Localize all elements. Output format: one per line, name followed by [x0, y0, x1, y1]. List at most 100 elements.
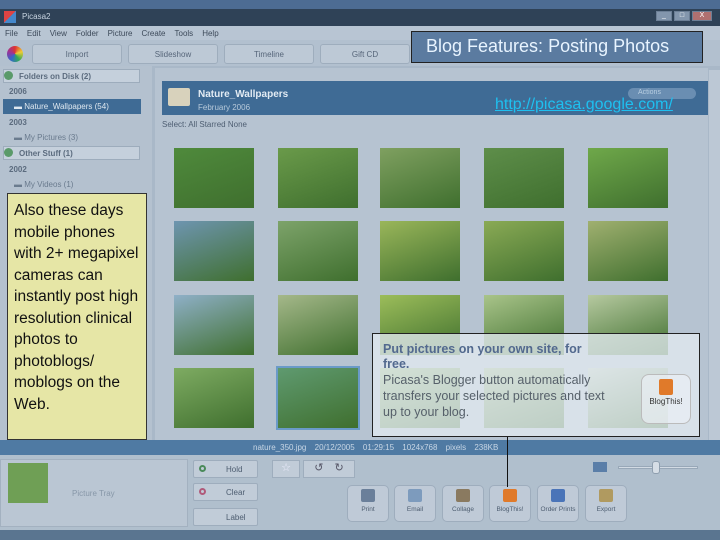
order-prints-button[interactable]: Order Prints — [537, 485, 579, 522]
bottom-edge — [0, 530, 720, 540]
photo-thumbnail[interactable] — [278, 221, 358, 281]
section-folders-on-disk[interactable]: Folders on Disk (2) — [3, 69, 140, 83]
import-label: Import — [65, 50, 89, 59]
order-prints-icon — [551, 489, 565, 502]
photo-thumbnail[interactable] — [174, 221, 254, 281]
photo-thumbnail[interactable] — [484, 148, 564, 208]
folder-label: My Pictures (3) — [24, 133, 79, 142]
callout-connector-line — [507, 437, 508, 487]
menu-view[interactable]: View — [50, 29, 67, 40]
collage-label: Collage — [451, 506, 475, 513]
blogthis-label: BlogThis! — [496, 506, 524, 513]
year-2006: 2006 — [9, 87, 27, 96]
album-folder-icon — [168, 88, 190, 106]
section-other-stuff[interactable]: Other Stuff (1) — [3, 146, 140, 160]
timeline-label: Timeline — [254, 50, 284, 59]
expand-icon[interactable] — [4, 148, 13, 157]
menu-folder[interactable]: Folder — [76, 29, 99, 40]
import-button[interactable]: Import — [32, 44, 122, 64]
photo-thumbnail[interactable] — [278, 148, 358, 208]
expand-icon[interactable] — [4, 71, 13, 80]
minimize-button[interactable]: _ — [656, 11, 672, 21]
export-button[interactable]: Export — [585, 485, 627, 522]
label-button[interactable]: Label — [193, 508, 258, 526]
folder-nature-wallpapers[interactable]: ▬ Nature_Wallpapers (54) — [14, 102, 109, 111]
maximize-button[interactable]: □ — [674, 11, 690, 21]
note-box: Also these days mobile phones with 2+ me… — [7, 193, 147, 440]
star-button[interactable]: ☆ — [272, 460, 300, 478]
print-button[interactable]: Print — [347, 485, 389, 522]
photo-thumbnail[interactable] — [484, 221, 564, 281]
email-button[interactable]: Email — [394, 485, 436, 522]
blogthis-badge: BlogThis! — [641, 374, 691, 424]
photo-thumbnail[interactable] — [174, 368, 254, 428]
select-all-link[interactable]: All — [188, 120, 197, 129]
order-prints-label: Order Prints — [540, 506, 576, 513]
picasa-logo-icon — [7, 46, 23, 62]
photo-thumbnail[interactable] — [588, 148, 668, 208]
export-icon — [599, 489, 613, 502]
print-icon — [361, 489, 375, 502]
photo-thumbnail[interactable] — [380, 221, 460, 281]
scrollbar[interactable] — [709, 70, 720, 440]
status-filename: nature_350.jpg — [253, 443, 307, 452]
slideshow-label: Slideshow — [154, 50, 192, 59]
zoom-icon — [593, 462, 607, 472]
callout-heading: Put pictures on your own site, for free. — [383, 342, 582, 371]
select-row: Select: All Starred None — [162, 120, 708, 133]
collage-button[interactable]: Collage — [442, 485, 484, 522]
rotate-right-icon[interactable]: ↻ — [335, 462, 344, 474]
folder-icon: ▬ — [14, 133, 25, 142]
blogthis-button[interactable]: BlogThis! — [489, 485, 531, 522]
picture-tray-label: Picture Tray — [72, 489, 115, 498]
zoom-slider-thumb[interactable] — [652, 461, 660, 474]
folder-my-videos[interactable]: ▬ My Videos (1) — [14, 180, 73, 189]
year-2002: 2002 — [9, 165, 27, 174]
menu-help[interactable]: Help — [202, 29, 218, 40]
select-none-link[interactable]: None — [228, 120, 247, 129]
export-label: Export — [596, 506, 616, 513]
photo-thumbnail[interactable] — [588, 221, 668, 281]
status-dimensions: 1024x768 pixels — [402, 443, 467, 452]
status-datetime: 20/12/2005 01:29:15 — [314, 443, 395, 452]
menu-file[interactable]: File — [5, 29, 18, 40]
rotate-left-icon[interactable]: ↺ — [314, 462, 323, 474]
hold-icon — [199, 465, 206, 472]
rotate-buttons[interactable]: ↺ ↻ — [303, 460, 355, 478]
year-2003: 2003 — [9, 118, 27, 127]
status-bar: nature_350.jpg 20/12/2005 01:29:15 1024x… — [0, 440, 720, 455]
photo-thumbnail[interactable] — [174, 295, 254, 355]
menu-tools[interactable]: Tools — [175, 29, 194, 40]
album-name: Nature_Wallpapers — [198, 89, 289, 100]
close-button[interactable]: X — [692, 11, 712, 21]
gift-cd-button[interactable]: Gift CD — [320, 44, 410, 64]
album-date: February 2006 — [198, 103, 251, 112]
slideshow-button[interactable]: Slideshow — [128, 44, 218, 64]
gift-cd-label: Gift CD — [351, 50, 379, 59]
window-title: Picasa2 — [22, 12, 51, 21]
collage-icon — [456, 489, 470, 502]
photo-thumbnail[interactable] — [278, 295, 358, 355]
label-label: Label — [226, 513, 246, 522]
folder-my-pictures[interactable]: ▬ My Pictures (3) — [14, 133, 78, 142]
photo-thumbnail[interactable] — [380, 148, 460, 208]
menu-create[interactable]: Create — [141, 29, 165, 40]
picasa-url-link[interactable]: http://picasa.google.com/ — [495, 96, 673, 114]
picasa-app-icon — [4, 11, 16, 23]
folder-label: Nature_Wallpapers (54) — [24, 102, 109, 111]
timeline-button[interactable]: Timeline — [224, 44, 314, 64]
photo-thumbnail[interactable] — [174, 148, 254, 208]
clear-icon — [199, 488, 206, 495]
title-bar: Picasa2 — [0, 9, 720, 26]
select-starred-link[interactable]: Starred — [199, 120, 225, 129]
tray-thumbnail[interactable] — [8, 463, 48, 503]
folder-icon: ▬ — [14, 180, 25, 189]
folder-icon: ▬ — [14, 102, 25, 111]
email-label: Email — [406, 506, 424, 513]
menu-picture[interactable]: Picture — [108, 29, 133, 40]
menu-edit[interactable]: Edit — [27, 29, 41, 40]
top-strip — [0, 0, 720, 9]
photo-thumbnail[interactable] — [276, 366, 360, 430]
slide-title: Blog Features: Posting Photos — [411, 31, 703, 63]
email-icon — [408, 489, 422, 502]
